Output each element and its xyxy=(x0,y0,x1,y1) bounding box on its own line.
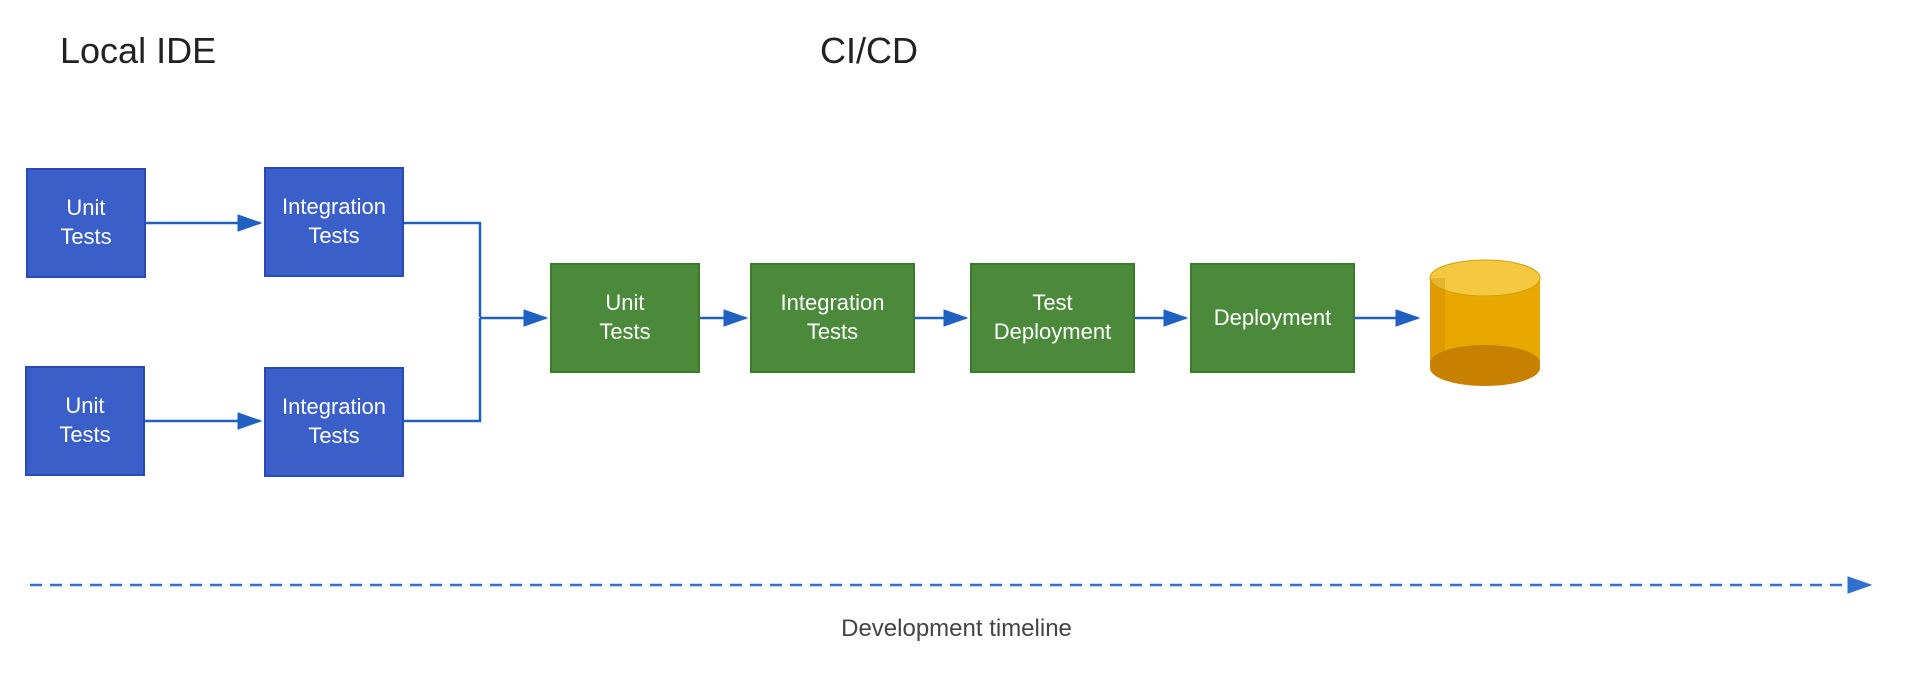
cicd-test-deployment: TestDeployment xyxy=(970,263,1135,373)
arrows-overlay xyxy=(0,0,1913,673)
diagram-container: Local IDE CI/CD UnitTests IntegrationTes… xyxy=(0,0,1913,673)
unit-tests-bottom: UnitTests xyxy=(25,366,145,476)
cicd-integration-tests: IntegrationTests xyxy=(750,263,915,373)
integration-tests-bottom: IntegrationTests xyxy=(264,367,404,477)
database-cylinder xyxy=(1420,248,1550,388)
cicd-heading: CI/CD xyxy=(820,30,918,72)
integration-tests-top: IntegrationTests xyxy=(264,167,404,277)
cicd-unit-tests: UnitTests xyxy=(550,263,700,373)
local-ide-heading: Local IDE xyxy=(60,30,216,72)
unit-tests-top: UnitTests xyxy=(26,168,146,278)
timeline-label: Development timeline xyxy=(841,615,1072,643)
cicd-deployment: Deployment xyxy=(1190,263,1355,373)
